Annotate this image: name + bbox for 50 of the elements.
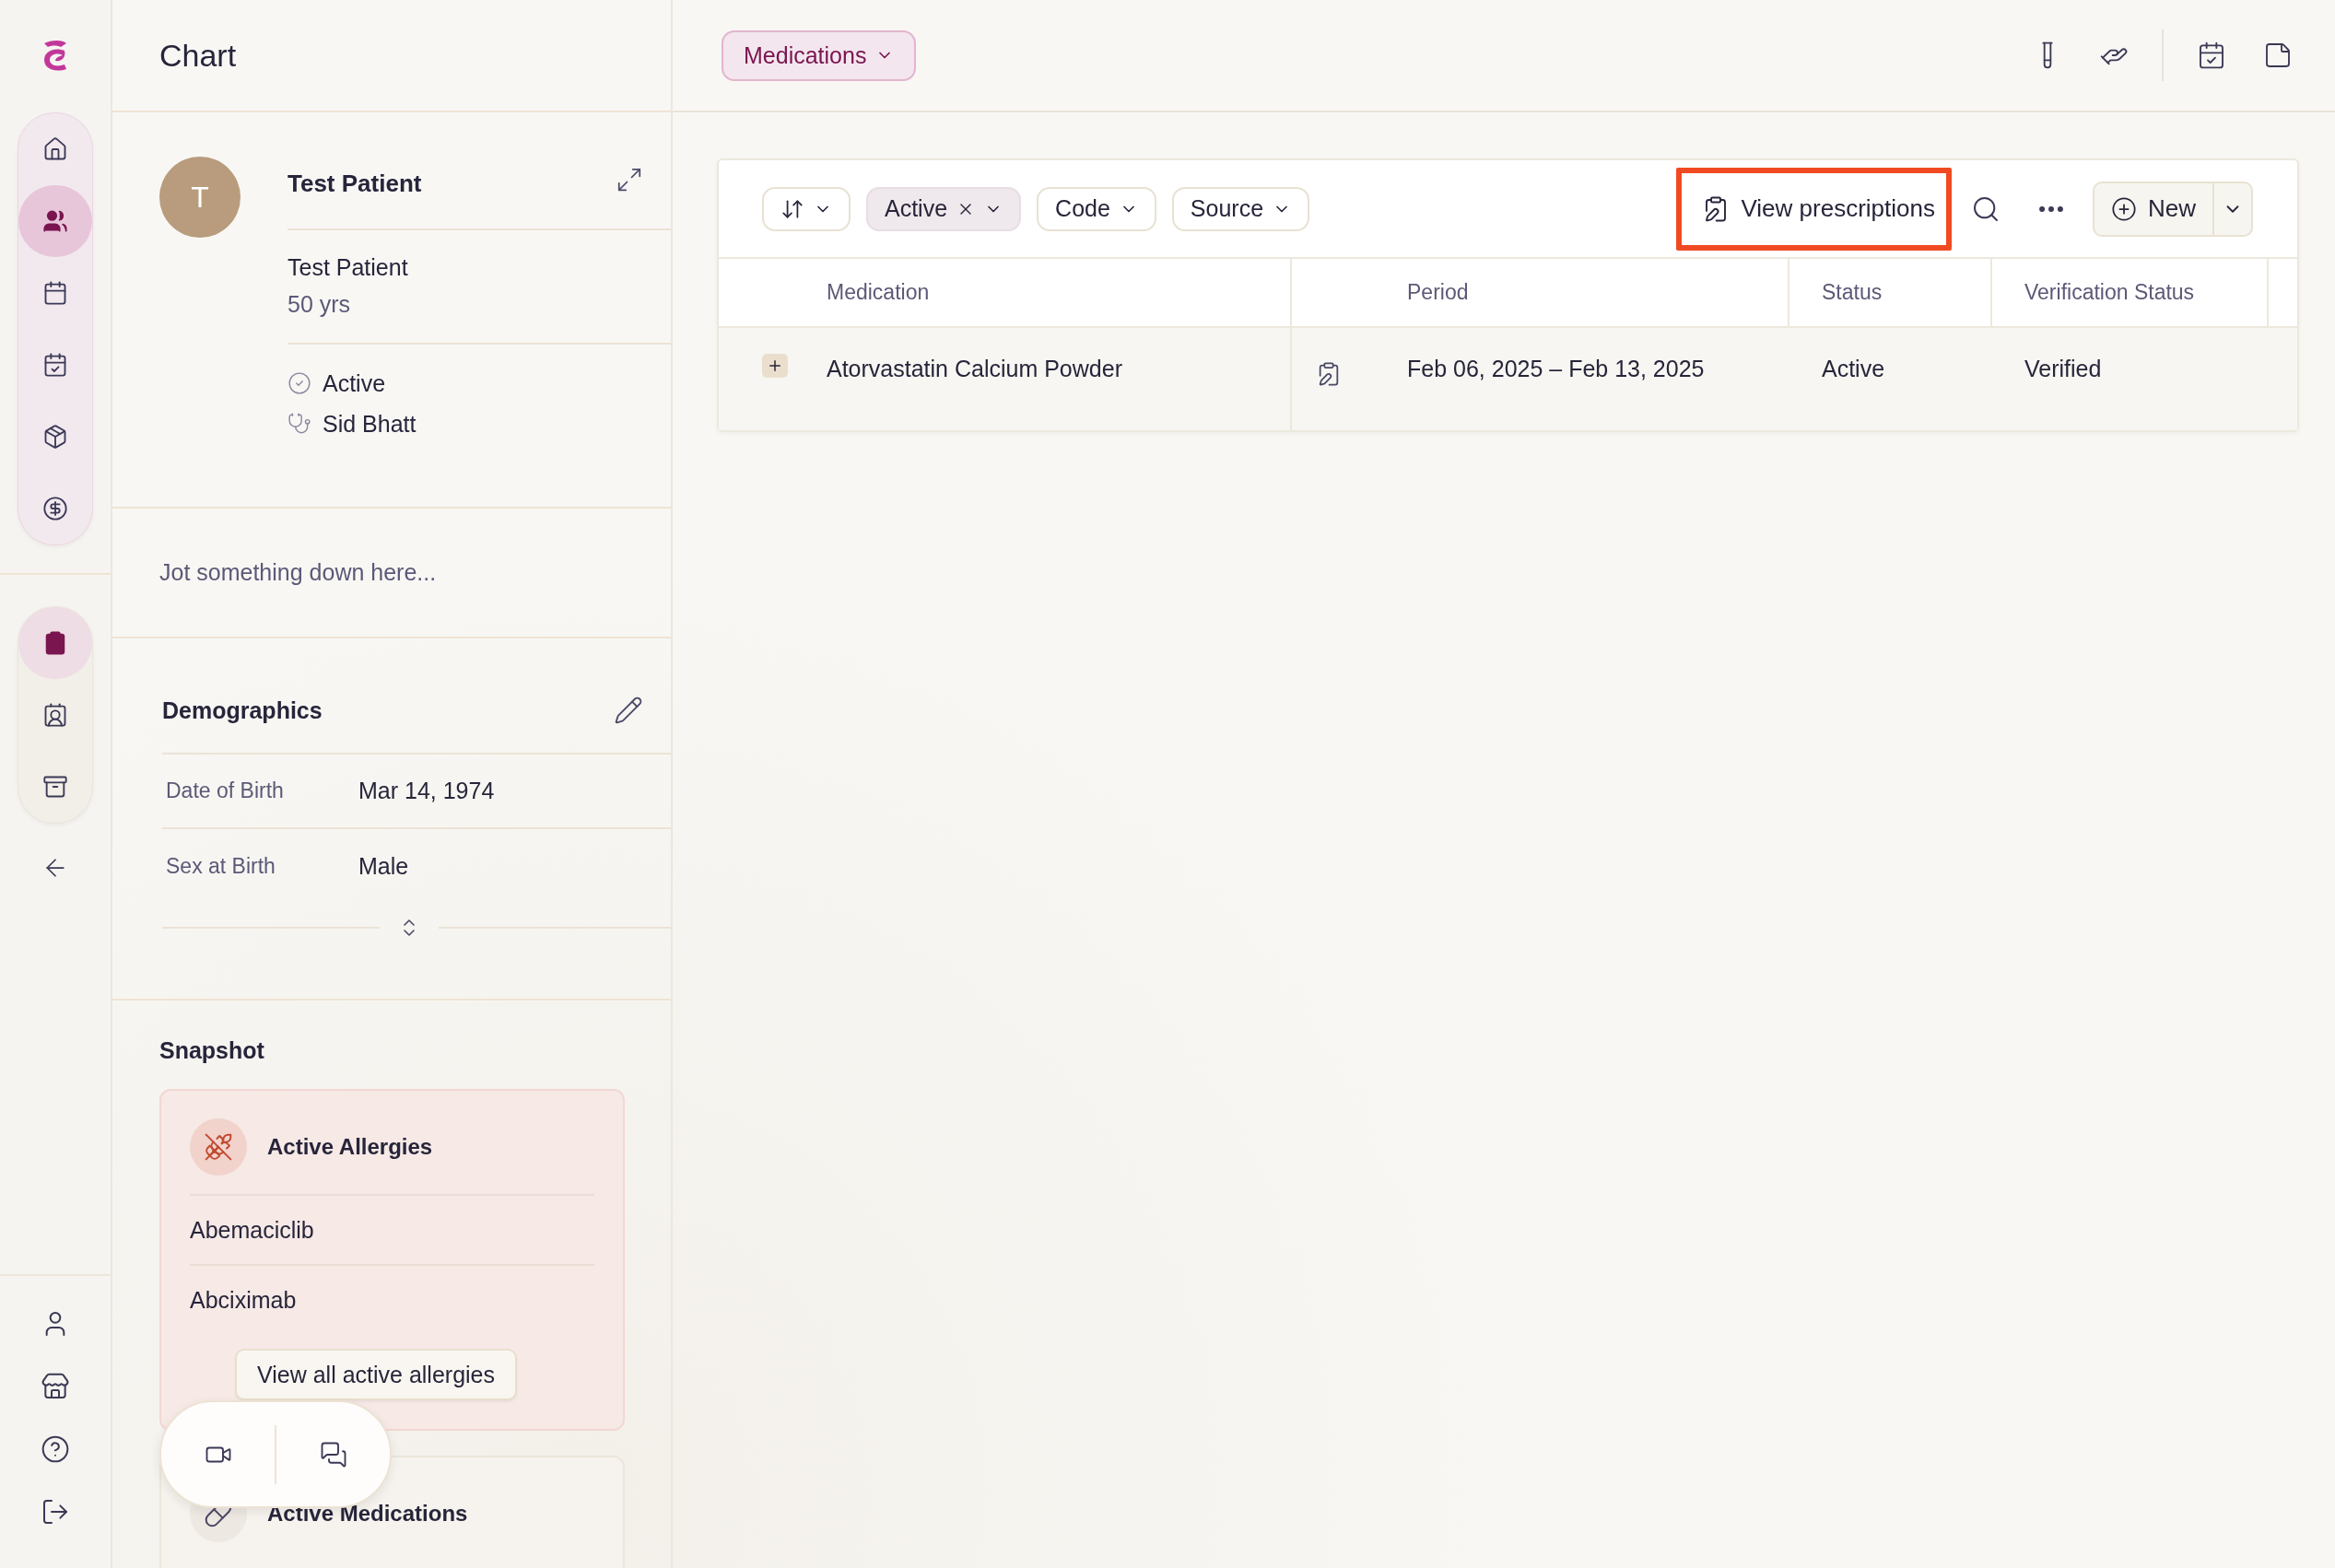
filter-chip[interactable]: Code: [1037, 186, 1156, 231]
view-all-button[interactable]: View all active allergies: [235, 1349, 517, 1400]
panel-title: Chart: [159, 37, 237, 74]
expand-row-button[interactable]: [762, 354, 788, 378]
provider-name: Sid Bhatt: [323, 410, 417, 439]
calendar-check-icon: [42, 352, 68, 378]
field-label: Sex at Birth: [165, 854, 276, 879]
patient-avatar: T: [159, 157, 241, 238]
filter-chip[interactable]: Active: [866, 186, 1022, 231]
home-icon: [42, 136, 68, 162]
column-header[interactable]: Verification Status: [2024, 280, 2195, 305]
box-icon: [42, 424, 68, 450]
card-title: Active Allergies: [267, 1134, 433, 1160]
badge-icon: [42, 702, 68, 728]
expand-icon[interactable]: [616, 166, 643, 193]
section-title: Snapshot: [159, 1037, 265, 1064]
dollar-icon: [42, 496, 68, 521]
view-prescriptions-button[interactable]: View prescriptions: [1676, 167, 1952, 251]
patient-name: Test Patient: [287, 170, 422, 198]
plus-circle-icon: [2111, 195, 2137, 222]
chat-icon: [319, 1440, 347, 1469]
filter-chip[interactable]: Source: [1171, 186, 1310, 231]
table-cell: Verified: [2024, 356, 2102, 382]
note-field[interactable]: Jot something down here...: [159, 559, 639, 586]
table-cell: Feb 06, 2025 – Feb 13, 2025: [1407, 356, 1705, 382]
field-value: Male: [358, 853, 409, 880]
table-cell: Active: [1822, 356, 1885, 382]
calendar-icon: [42, 280, 68, 306]
column-header[interactable]: Medication: [827, 280, 930, 305]
column-header[interactable]: Status: [1822, 280, 1883, 305]
column-header[interactable]: Period: [1407, 280, 1469, 305]
table-cell: Atorvastatin Calcium Powder: [827, 356, 1122, 382]
sort-button[interactable]: [762, 186, 851, 231]
archive-icon: [42, 774, 68, 800]
patient-age: 50 yrs: [287, 290, 352, 319]
allergy-item: Abciximab: [190, 1264, 594, 1334]
section-title: Demographics: [162, 696, 323, 724]
nav-item[interactable]: [18, 607, 92, 679]
patient-status: Active: [323, 369, 386, 398]
patient-full-name: Test Patient: [287, 253, 409, 282]
new-button[interactable]: New: [2094, 182, 2214, 235]
field-label: Date of Birth: [165, 778, 285, 803]
check-circle-icon: [287, 371, 311, 395]
patients-icon: [42, 208, 68, 234]
plus-icon: [767, 357, 783, 374]
field-value: Mar 14, 1974: [358, 778, 495, 804]
section-dropdown[interactable]: Medications: [722, 29, 917, 81]
stethoscope-icon: [287, 412, 311, 436]
allergy-item: Abemaciclib: [190, 1194, 594, 1264]
edit-icon[interactable]: [614, 696, 643, 725]
